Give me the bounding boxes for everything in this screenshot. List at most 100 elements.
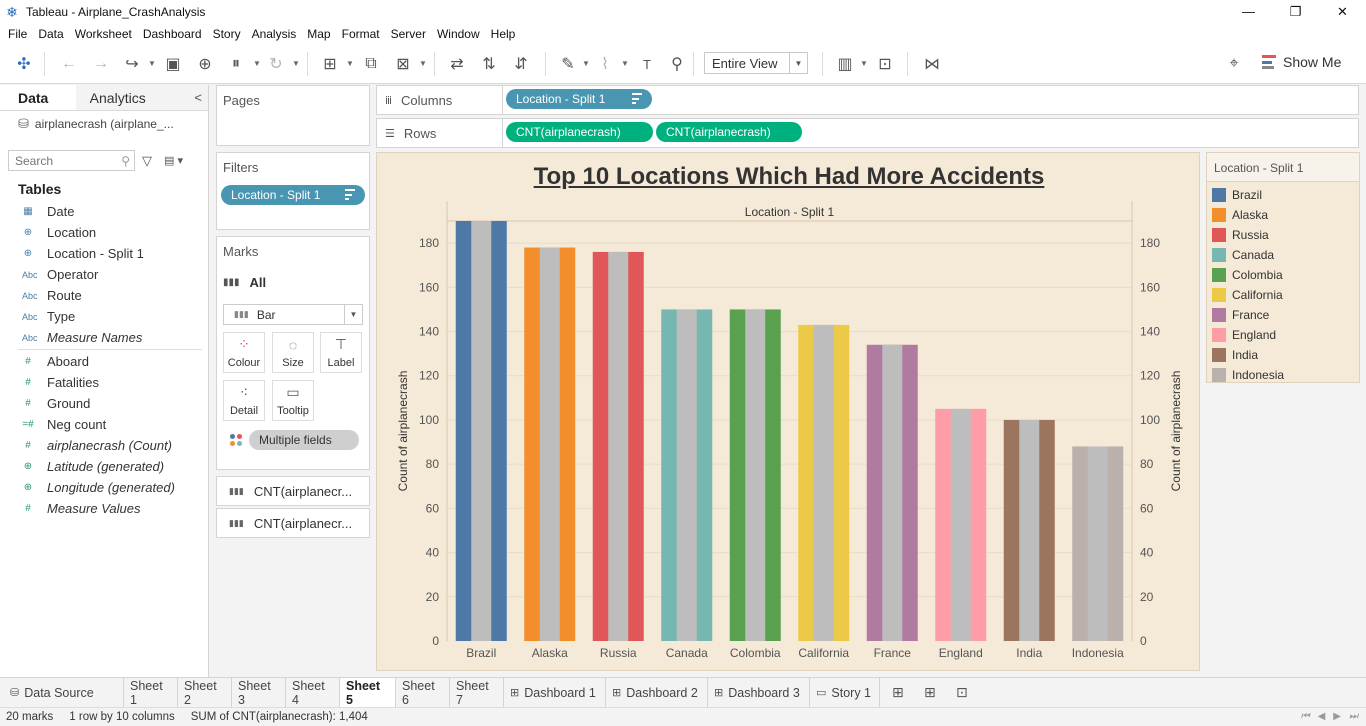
sort-descending-icon[interactable]: ⇵ [510, 53, 532, 75]
legend-item[interactable]: Canada [1207, 245, 1359, 265]
legend-item[interactable]: California [1207, 285, 1359, 305]
chevron-down-icon[interactable]: ▼ [789, 53, 807, 73]
colour-button[interactable]: ⁘ Colour [223, 332, 265, 373]
menu-server[interactable]: Server [387, 27, 433, 41]
highlight-icon[interactable]: ✎ [557, 53, 579, 75]
mark-type-dropdown[interactable]: ▮▮▮ Bar ▼ [223, 304, 363, 325]
field-item[interactable]: # airplanecrash (Count) [0, 435, 208, 456]
rows-pill-cnt-2[interactable]: CNT(airplanecrash) [656, 122, 802, 142]
field-item[interactable]: Abc Route [0, 285, 208, 306]
legend-item[interactable]: Alaska [1207, 205, 1359, 225]
menu-dashboard[interactable]: Dashboard [139, 27, 209, 41]
refresh-icon[interactable]: ↻ [265, 53, 287, 75]
legend-item[interactable]: Brazil [1207, 185, 1359, 205]
show-me-button[interactable]: Show Me [1262, 54, 1341, 70]
undo-icon[interactable]: ← [58, 53, 80, 75]
size-button[interactable]: ◌ Size [272, 332, 314, 373]
first-sheet-icon[interactable]: ⏮ [1301, 711, 1310, 722]
fit-dropdown[interactable]: Entire View ▼ [704, 52, 808, 74]
chevron-down-icon[interactable]: ▼ [344, 305, 362, 324]
menu-map[interactable]: Map [303, 27, 337, 41]
format-painter-icon[interactable]: ⌖ [1223, 53, 1245, 75]
search-input[interactable] [15, 153, 115, 168]
group-members-icon[interactable]: ⌇ [594, 53, 616, 75]
marks-measure-card-1[interactable]: ▮▮▮ CNT(airplanecr... [216, 476, 370, 506]
field-item[interactable]: ⊕ Location [0, 222, 208, 243]
tab-analytics[interactable]: Analytics [75, 85, 208, 110]
field-item[interactable]: Abc Measure Names [0, 327, 208, 348]
field-item[interactable]: ⊕ Longitude (generated) [0, 477, 208, 498]
sheet-tab[interactable]: Sheet 6 [396, 678, 450, 707]
rows-shelf[interactable]: ☰ Rows CNT(airplanecrash) CNT(airplanecr… [376, 118, 1359, 148]
field-item[interactable]: ⊕ Latitude (generated) [0, 456, 208, 477]
menu-file[interactable]: File [4, 27, 34, 41]
field-item[interactable]: Abc Type [0, 306, 208, 327]
sheet-tab[interactable]: Sheet 4 [286, 678, 340, 707]
sort-ascending-icon[interactable]: ⇅ [478, 53, 500, 75]
pause-updates-icon[interactable]: ⏸ [225, 53, 247, 75]
show-mark-labels-icon[interactable]: T [636, 53, 658, 75]
collapse-pane-icon[interactable]: < [194, 90, 202, 105]
columns-pill-location-split[interactable]: Location - Split 1 [506, 89, 652, 109]
prev-sheet-icon[interactable]: ◀ [1318, 711, 1326, 722]
field-item[interactable]: ▦ Date [0, 201, 208, 222]
last-sheet-icon[interactable]: ⏭ [1349, 711, 1358, 722]
new-dashboard-tab-icon[interactable]: ⊞ [924, 684, 936, 701]
replay-dropdown-icon[interactable]: ▼ [148, 59, 156, 68]
clear-sheet-icon[interactable]: ⊠ [392, 53, 414, 75]
sheet-tab[interactable]: Sheet 5 [340, 678, 396, 707]
tooltip-button[interactable]: ▭ Tooltip [272, 380, 314, 421]
multiple-fields-pill[interactable]: Multiple fields [249, 430, 359, 450]
filter-fields-icon[interactable]: ▽ [142, 153, 152, 169]
menu-worksheet[interactable]: Worksheet [71, 27, 139, 41]
sheet-tab[interactable]: Sheet 7 [450, 678, 504, 707]
replay-icon[interactable]: ↪ [121, 53, 143, 75]
menu-story[interactable]: Story [209, 27, 248, 41]
menu-data[interactable]: Data [34, 27, 70, 41]
field-item[interactable]: ⊕ Location - Split 1 [0, 243, 208, 264]
restore-button[interactable]: ❐ [1272, 0, 1319, 23]
new-worksheet-dropdown-icon[interactable]: ▼ [346, 59, 354, 68]
group-dropdown-icon[interactable]: ▼ [621, 59, 629, 68]
minimize-button[interactable]: — [1225, 0, 1272, 23]
refresh-dropdown-icon[interactable]: ▼ [292, 59, 300, 68]
marks-measure-card-2[interactable]: ▮▮▮ CNT(airplanecr... [216, 508, 370, 538]
sheet-tab[interactable]: Sheet 3 [232, 678, 286, 707]
show-hide-cards-icon[interactable]: ▥ [834, 53, 856, 75]
search-box[interactable]: ⚲ [8, 150, 135, 171]
new-worksheet-tab-icon[interactable]: ⊞ [892, 684, 904, 701]
new-datasource-icon[interactable]: ⊕ [194, 53, 216, 75]
duplicate-sheet-icon[interactable]: ⧉ [360, 53, 382, 75]
filter-pill-location-split[interactable]: Location - Split 1 [221, 185, 365, 205]
pages-card[interactable]: Pages [216, 85, 370, 146]
legend-item[interactable]: England [1207, 325, 1359, 345]
columns-shelf[interactable]: ⅲ Columns Location - Split 1 [376, 85, 1359, 115]
filters-card[interactable]: Filters Location - Split 1 [216, 152, 370, 230]
sheet-tab[interactable]: ⛁ Data Source [0, 678, 124, 707]
field-item[interactable]: # Ground [0, 393, 208, 414]
fix-axes-icon[interactable]: ⚲ [666, 53, 688, 75]
legend-item[interactable]: Indonesia [1207, 365, 1359, 385]
rows-pill-cnt-1[interactable]: CNT(airplanecrash) [506, 122, 653, 142]
menu-window[interactable]: Window [433, 27, 487, 41]
sheet-tab[interactable]: ▭ Story 1 [810, 678, 880, 707]
highlight-dropdown-icon[interactable]: ▼ [582, 59, 590, 68]
sheet-tab[interactable]: ⊞ Dashboard 2 [606, 678, 708, 707]
menu-help[interactable]: Help [487, 27, 523, 41]
legend-item[interactable]: India [1207, 345, 1359, 365]
new-worksheet-icon[interactable]: ⊞ [319, 53, 341, 75]
presentation-mode-icon[interactable]: ⊡ [874, 53, 896, 75]
close-button[interactable]: ✕ [1319, 0, 1366, 23]
share-icon[interactable]: ⋈ [921, 53, 943, 75]
field-item[interactable]: # Measure Values [0, 498, 208, 519]
label-button[interactable]: ⊤ Label [320, 332, 362, 373]
menu-format[interactable]: Format [338, 27, 387, 41]
menu-analysis[interactable]: Analysis [248, 27, 304, 41]
swap-rows-columns-icon[interactable]: ⇄ [446, 53, 468, 75]
tableau-home-icon[interactable]: ✣ [13, 53, 35, 75]
field-item[interactable]: Abc Operator [0, 264, 208, 285]
marks-all-tab[interactable]: ▮▮▮ All [223, 275, 266, 290]
sheet-tab[interactable]: ⊞ Dashboard 3 [708, 678, 810, 707]
legend-item[interactable]: Russia [1207, 225, 1359, 245]
cards-dropdown-icon[interactable]: ▼ [860, 59, 868, 68]
